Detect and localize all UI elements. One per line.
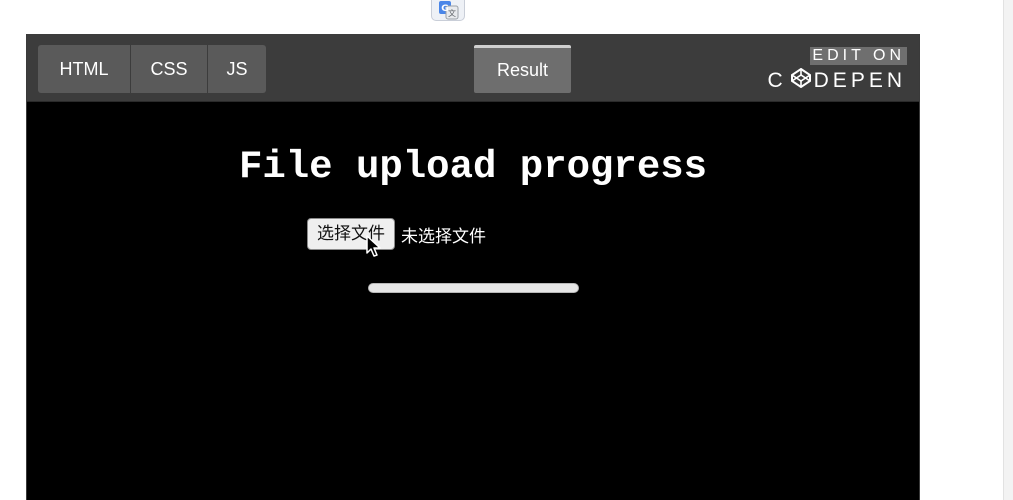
codepen-logo-icon xyxy=(790,67,811,94)
codepen-brand-prefix: C xyxy=(767,69,787,92)
tab-html[interactable]: HTML xyxy=(38,45,131,93)
google-translate-icon[interactable]: G 文 xyxy=(431,0,465,21)
edit-on-codepen-link[interactable]: EDIT ON C DEPEN xyxy=(767,45,907,93)
mouse-pointer-icon xyxy=(366,235,382,263)
edit-on-label: EDIT ON xyxy=(810,47,907,65)
upload-progress-bar xyxy=(368,283,579,293)
codepen-wordmark: C DEPEN xyxy=(767,67,906,94)
file-status-text: 未选择文件 xyxy=(401,226,486,247)
tab-result[interactable]: Result xyxy=(474,45,571,93)
page-scrollbar[interactable] xyxy=(1003,0,1013,500)
svg-text:文: 文 xyxy=(448,8,456,18)
tab-js[interactable]: JS xyxy=(208,45,266,93)
editor-tabs: HTML CSS JS xyxy=(38,45,266,93)
tab-css[interactable]: CSS xyxy=(131,45,208,93)
codepen-embed: HTML CSS JS Result EDIT ON C DEPEN File … xyxy=(26,34,920,500)
result-preview: File upload progress 选择文件 未选择文件 xyxy=(27,102,919,500)
embed-toolbar: HTML CSS JS Result EDIT ON C DEPEN xyxy=(27,34,919,102)
file-input: 选择文件 未选择文件 xyxy=(307,218,486,250)
codepen-brand-rest: DEPEN xyxy=(813,69,906,92)
page-title: File upload progress xyxy=(238,145,708,189)
